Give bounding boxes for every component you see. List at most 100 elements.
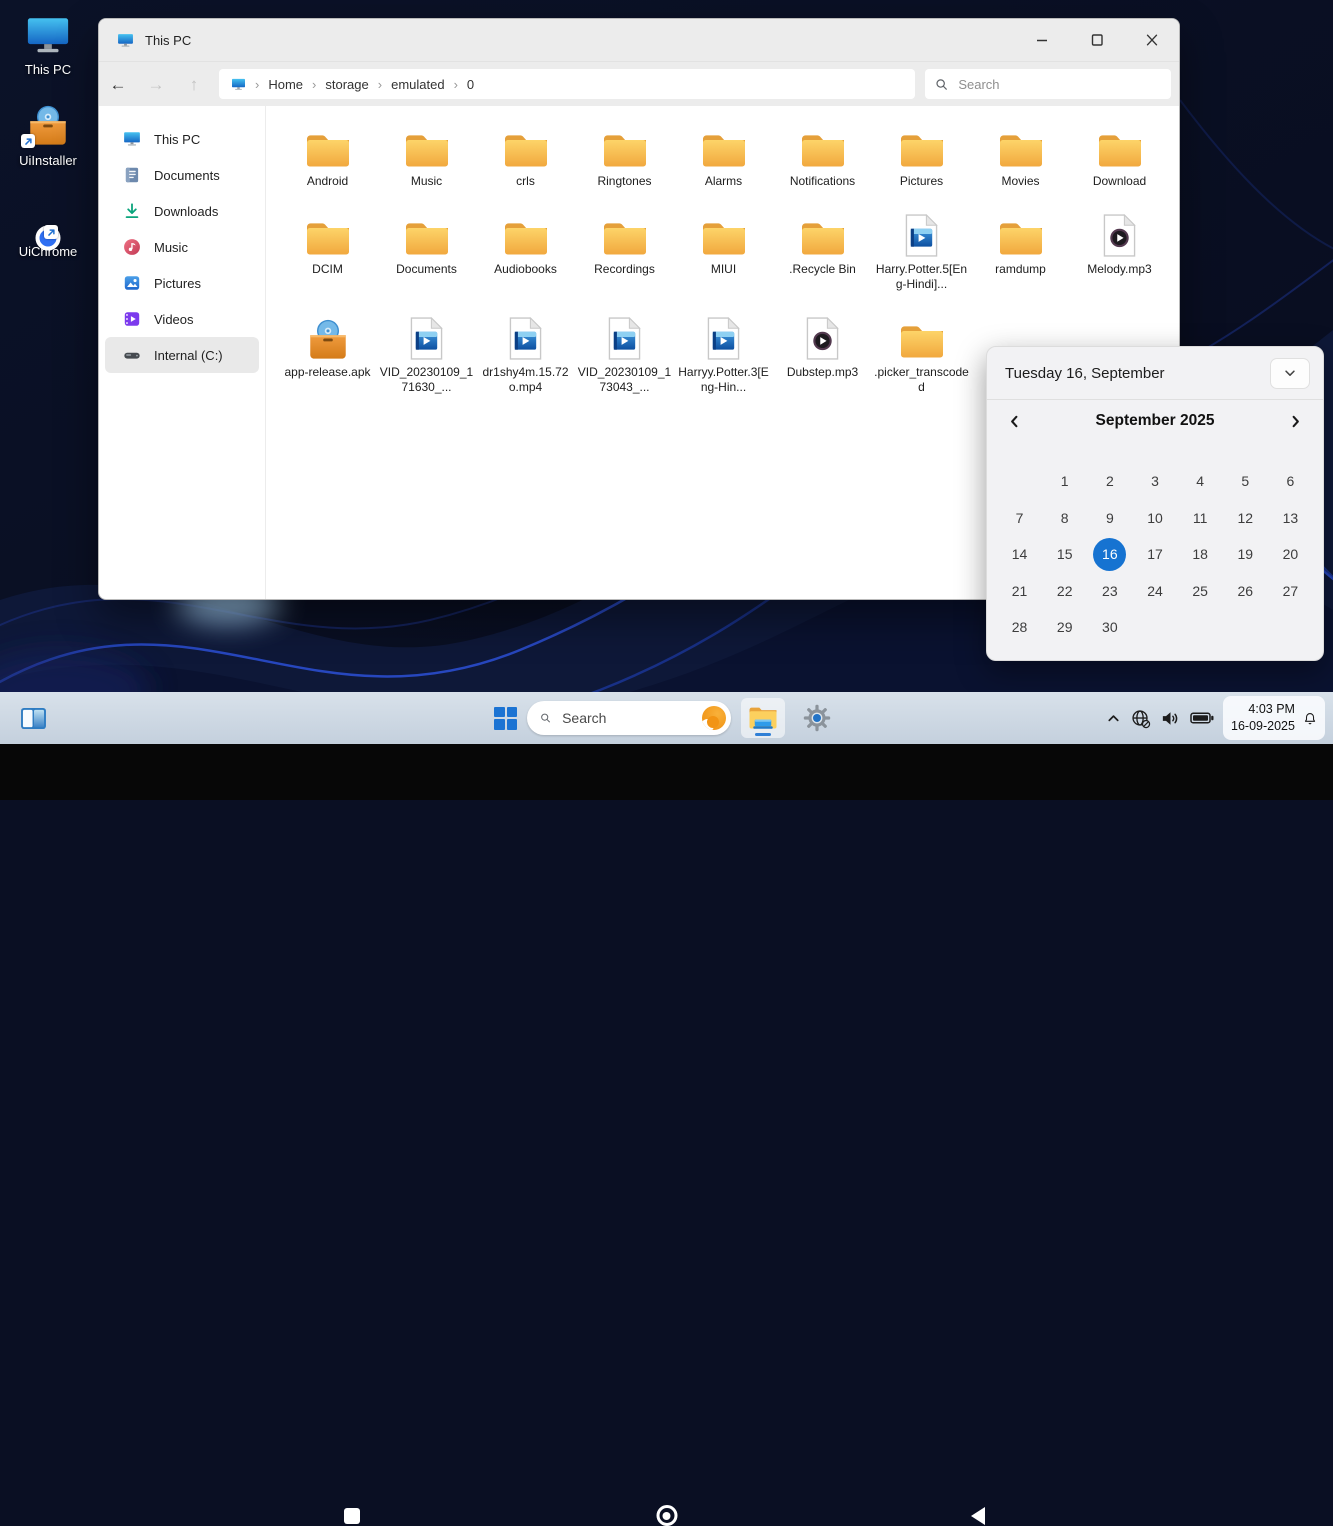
taskbar-search-input[interactable] [560, 709, 693, 727]
back-button[interactable]: ← [99, 76, 137, 93]
calendar-day[interactable]: 6 [1268, 463, 1313, 500]
calendar-day[interactable]: 20 [1268, 536, 1313, 573]
file-item[interactable]: Android [278, 118, 377, 190]
network-tray-button[interactable] [1130, 708, 1151, 729]
android-back-button[interactable] [971, 1507, 985, 1525]
calendar-day[interactable]: 30 [1087, 609, 1132, 646]
calendar-day[interactable]: 29 [1042, 609, 1087, 646]
file-item[interactable]: Melody.mp3 [1070, 206, 1169, 293]
calendar-day[interactable]: 15 [1042, 536, 1087, 573]
home-button[interactable] [656, 1505, 677, 1526]
calendar-day[interactable]: 19 [1223, 536, 1268, 573]
forward-button[interactable]: → [137, 76, 175, 93]
file-item[interactable]: Download [1070, 118, 1169, 190]
file-item[interactable]: Movies [971, 118, 1070, 190]
calendar-day[interactable]: 7 [997, 500, 1042, 537]
file-item[interactable]: DCIM [278, 206, 377, 293]
bing-icon[interactable] [702, 706, 726, 730]
desktop-icon[interactable]: UiChrome [0, 194, 96, 259]
calendar-day[interactable] [1132, 609, 1177, 646]
file-item[interactable]: VID_20230109_173043_... [575, 309, 674, 396]
calendar-day[interactable] [1268, 609, 1313, 646]
widgets-button[interactable] [20, 707, 47, 730]
taskbar-search[interactable] [527, 701, 731, 735]
file-item[interactable]: Harry.Potter.5[Eng-Hindi]... [872, 206, 971, 293]
titlebar[interactable]: This PC [99, 19, 1179, 61]
sidebar-item[interactable]: This PC [105, 121, 259, 157]
battery-tray-button[interactable] [1190, 712, 1214, 724]
recents-button[interactable] [344, 1508, 360, 1524]
calendar-next-button[interactable] [1288, 414, 1303, 429]
tray-expand-button[interactable] [1106, 711, 1121, 726]
file-item[interactable]: .picker_transcoded [872, 309, 971, 396]
window-search[interactable] [925, 69, 1171, 99]
breadcrumb-item[interactable]: emulated [391, 77, 444, 92]
calendar-prev-button[interactable] [1007, 414, 1022, 429]
calendar-day[interactable]: 24 [1132, 573, 1177, 610]
calendar-day[interactable]: 26 [1223, 573, 1268, 610]
up-button[interactable]: ↑ [175, 76, 213, 93]
calendar-day[interactable]: 9 [1087, 500, 1132, 537]
desktop-icon[interactable]: UiInstaller [0, 103, 96, 168]
calendar-day[interactable]: 5 [1223, 463, 1268, 500]
file-item[interactable]: ramdump [971, 206, 1070, 293]
maximize-button[interactable] [1069, 19, 1124, 61]
sidebar-item[interactable]: Music [105, 229, 259, 265]
calendar-day[interactable]: 12 [1223, 500, 1268, 537]
calendar-day[interactable]: 23 [1087, 573, 1132, 610]
volume-tray-button[interactable] [1160, 708, 1181, 729]
file-item[interactable]: app-release.apk [278, 309, 377, 396]
calendar-day[interactable]: 25 [1178, 573, 1223, 610]
calendar-day[interactable]: 17 [1132, 536, 1177, 573]
file-item[interactable]: Documents [377, 206, 476, 293]
close-button[interactable] [1124, 19, 1179, 61]
file-item[interactable]: MIUI [674, 206, 773, 293]
calendar-day[interactable]: 10 [1132, 500, 1177, 537]
file-item[interactable]: Recordings [575, 206, 674, 293]
minimize-button[interactable] [1014, 19, 1069, 61]
file-item[interactable]: crls [476, 118, 575, 190]
calendar-day[interactable]: 3 [1132, 463, 1177, 500]
calendar-day[interactable]: 2 [1087, 463, 1132, 500]
calendar-day[interactable]: 1 [1042, 463, 1087, 500]
file-item[interactable]: VID_20230109_171630_... [377, 309, 476, 396]
file-item[interactable]: .Recycle Bin [773, 206, 872, 293]
calendar-day[interactable]: 18 [1178, 536, 1223, 573]
calendar-day[interactable] [1178, 609, 1223, 646]
desktop-icon[interactable]: This PC [0, 12, 96, 77]
file-explorer-taskbar-button[interactable] [741, 698, 785, 738]
file-item[interactable]: Ringtones [575, 118, 674, 190]
calendar-day[interactable]: 27 [1268, 573, 1313, 610]
breadcrumb-item[interactable]: storage [325, 77, 368, 92]
calendar-day[interactable]: 13 [1268, 500, 1313, 537]
file-item[interactable]: Alarms [674, 118, 773, 190]
breadcrumb-item[interactable]: Home [268, 77, 303, 92]
sidebar-item[interactable]: Internal (C:) [105, 337, 259, 373]
file-item[interactable]: Dubstep.mp3 [773, 309, 872, 396]
sidebar-item[interactable]: Videos [105, 301, 259, 337]
calendar-day[interactable] [997, 463, 1042, 500]
clock-flyout-button[interactable]: 4:03 PM 16-09-2025 [1223, 696, 1325, 740]
file-item[interactable]: Pictures [872, 118, 971, 190]
calendar-day[interactable]: 22 [1042, 573, 1087, 610]
sidebar-item[interactable]: Pictures [105, 265, 259, 301]
calendar-day[interactable]: 28 [997, 609, 1042, 646]
file-item[interactable]: Music [377, 118, 476, 190]
file-item[interactable]: dr1shy4m.15.72o.mp4 [476, 309, 575, 396]
settings-taskbar-button[interactable] [795, 698, 839, 738]
start-button[interactable] [494, 707, 517, 730]
breadcrumb-item[interactable]: 0 [467, 77, 474, 92]
calendar-day[interactable]: 4 [1178, 463, 1223, 500]
calendar-collapse-button[interactable] [1270, 358, 1310, 389]
calendar-day[interactable] [1223, 609, 1268, 646]
file-item[interactable]: Notifications [773, 118, 872, 190]
calendar-day[interactable]: 21 [997, 573, 1042, 610]
sidebar-item[interactable]: Documents [105, 157, 259, 193]
calendar-day[interactable]: 8 [1042, 500, 1087, 537]
sidebar-item[interactable]: Downloads [105, 193, 259, 229]
file-item[interactable]: Audiobooks [476, 206, 575, 293]
calendar-day[interactable]: 16 [1087, 536, 1132, 573]
calendar-day[interactable]: 14 [997, 536, 1042, 573]
file-item[interactable]: Harryy.Potter.3[Eng-Hin... [674, 309, 773, 396]
window-search-input[interactable] [956, 76, 1161, 93]
